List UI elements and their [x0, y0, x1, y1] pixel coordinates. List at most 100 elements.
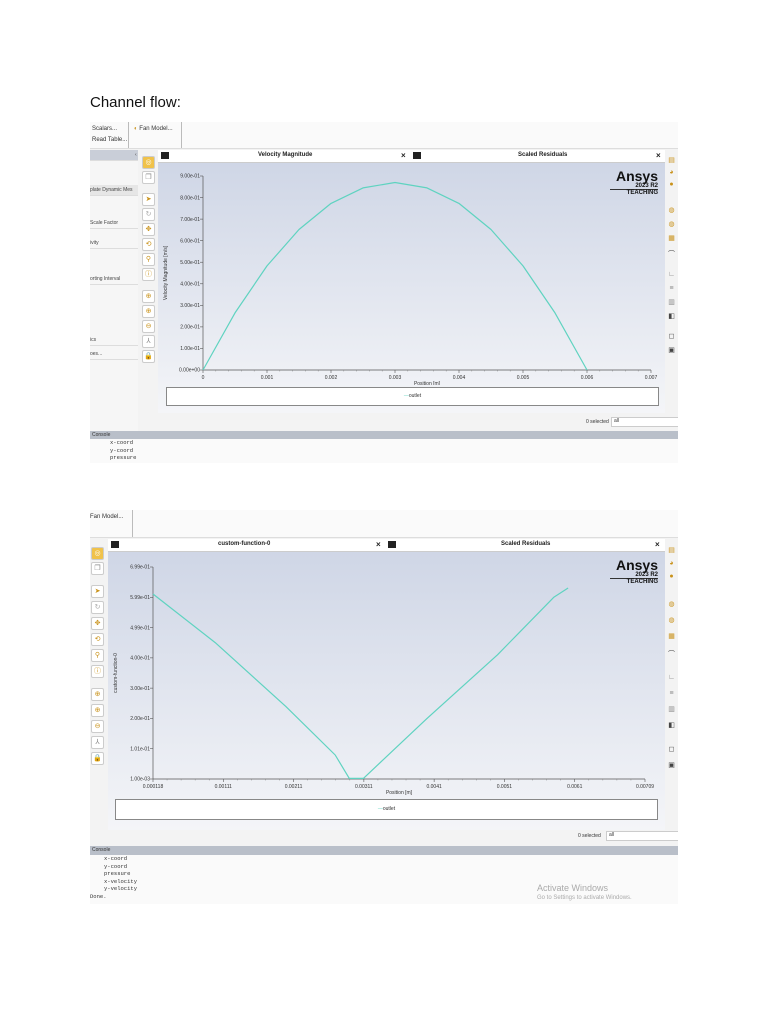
x-axis-title: Position [m] [386, 790, 413, 796]
fit-icon[interactable]: ◎ [91, 547, 104, 560]
dot-icon[interactable]: ▣ [667, 346, 676, 355]
outline-panel: ‹ plate Dynamic Mes Scale Factor ivity o… [90, 150, 138, 463]
axes-icon[interactable]: ⅄ [142, 335, 155, 348]
rotate-icon[interactable]: ↻ [142, 208, 155, 221]
collapse-button[interactable]: ‹ [90, 150, 138, 161]
window-icon [413, 152, 421, 159]
zoom-icon[interactable]: ⚲ [142, 253, 155, 266]
window-icon [111, 541, 119, 548]
legend-label: outlet [408, 393, 422, 399]
rotate-icon[interactable]: ↻ [91, 601, 104, 614]
frame-icon[interactable]: ◻ [667, 745, 676, 754]
x-tick-label: 0.00111 [215, 784, 233, 790]
copy-icon[interactable]: ❐ [142, 171, 155, 184]
stack-icon[interactable]: ▤ [667, 156, 676, 165]
view-icon[interactable]: ◍ [667, 206, 676, 215]
filter-select[interactable]: all [611, 417, 678, 427]
table-icon[interactable]: ▥ [667, 705, 676, 714]
view-icon[interactable]: ◍ [667, 600, 676, 609]
close-tab-button[interactable]: × [655, 540, 660, 549]
tab-scaled-residuals[interactable]: Scaled Residuals [518, 152, 567, 158]
legend-label: outlet [382, 806, 396, 812]
y-tick-label: 6.99e-01 [130, 565, 150, 571]
filter-select[interactable]: all [606, 831, 678, 841]
zoom-out-icon[interactable]: ⊖ [91, 720, 104, 733]
stack-icon[interactable]: ▤ [667, 546, 676, 555]
panel-row[interactable]: Scale Factor [90, 218, 138, 229]
lock-icon[interactable]: 🔒 [91, 752, 104, 765]
dot-icon[interactable]: ▣ [667, 761, 676, 770]
frame-icon[interactable]: ◻ [667, 332, 676, 341]
split-icon[interactable]: ◧ [667, 721, 676, 730]
view-icon[interactable]: ◍ [667, 616, 676, 625]
tab-scaled-residuals[interactable]: Scaled Residuals [501, 541, 550, 547]
read-table-button[interactable]: Read Table... [92, 137, 127, 143]
close-tab-button[interactable]: × [656, 151, 661, 160]
layout-icon[interactable]: ▦ [667, 234, 676, 243]
orbit-icon[interactable]: ⟲ [91, 633, 104, 646]
split-icon[interactable]: ◧ [667, 312, 676, 321]
panel-row[interactable]: ics [90, 335, 138, 346]
pointer-icon[interactable]: ➤ [142, 193, 155, 206]
light-icon[interactable]: ● [667, 572, 676, 581]
zoom-icon[interactable]: ⚲ [91, 649, 104, 662]
y-tick-label: 5.00e-01 [180, 260, 200, 266]
console-line: x-coord [110, 439, 134, 446]
tab-custom-function[interactable]: custom-function-0 [218, 541, 270, 547]
console-line: y-coord [104, 862, 128, 870]
view-icon[interactable]: ◍ [667, 220, 676, 229]
grid-icon[interactable]: ≡ [667, 284, 676, 293]
paint-icon[interactable]: ◕ [667, 168, 676, 177]
layout-icon[interactable]: ▦ [667, 632, 676, 641]
fan-model-button[interactable]: Fan Model... [90, 514, 123, 520]
close-tab-button[interactable]: × [376, 540, 381, 549]
y-tick-label: 3.00e-01 [180, 303, 200, 309]
zoom-in-icon[interactable]: ⊕ [91, 688, 104, 701]
close-tab-button[interactable]: × [401, 151, 406, 160]
panel-row[interactable]: plate Dynamic Mes [90, 185, 138, 196]
orbit-icon[interactable]: ⟲ [142, 238, 155, 251]
y-tick-label: 4.99e-01 [130, 625, 150, 631]
copy-icon[interactable]: ❐ [91, 562, 104, 575]
ribbon-toolbar: Scalars... Read Table... ◐ Fan Model... [90, 122, 678, 149]
curve-icon[interactable]: ⌒ [667, 650, 676, 659]
panel-row[interactable]: orting Interval [90, 274, 138, 285]
x-tick-label: 0.000118 [143, 784, 164, 790]
pan-icon[interactable]: ✥ [142, 223, 155, 236]
zoom-in-icon[interactable]: ⊕ [142, 290, 155, 303]
plot-icon[interactable]: ∟ [667, 270, 676, 279]
zoom-box-icon[interactable]: ⊕ [91, 704, 104, 717]
fluent-screenshot-custom-function: Fan Model... ◎ ❐ ➤ ↻ ✥ ⟲ ⚲ ⓘ ⊕ ⊕ ⊖ ⅄ 🔒 c… [90, 510, 678, 904]
x-tick-label: 0.003 [389, 375, 402, 381]
curve-icon[interactable]: ⌒ [667, 250, 676, 259]
info-icon[interactable]: ⓘ [91, 665, 104, 678]
x-tick-label: 0.006 [581, 375, 594, 381]
zoom-out-icon[interactable]: ⊖ [142, 320, 155, 333]
axes-icon[interactable]: ⅄ [91, 736, 104, 749]
x-tick-label: 0.004 [453, 375, 466, 381]
info-icon[interactable]: ⓘ [142, 268, 155, 281]
logo-edition: TEACHING [610, 189, 658, 196]
x-tick-label: 0.007 [645, 375, 658, 381]
console-output[interactable]: x-coord y-coord pressure [90, 439, 678, 463]
paint-icon[interactable]: ◕ [667, 559, 676, 568]
console-line: pressure [104, 870, 131, 877]
plot-icon[interactable]: ∟ [667, 673, 676, 682]
pointer-icon[interactable]: ➤ [91, 585, 104, 598]
scalars-button[interactable]: Scalars... [92, 126, 117, 132]
ansys-logo: Ansys 2023 R2 TEACHING [580, 558, 658, 585]
grid-icon[interactable]: ≡ [667, 689, 676, 698]
lock-icon[interactable]: 🔒 [142, 350, 155, 363]
fan-model-button[interactable]: ◐ Fan Model... [134, 126, 173, 132]
x-tick-label: 0.001 [261, 375, 274, 381]
panel-row[interactable]: oes... [90, 349, 138, 360]
table-icon[interactable]: ▥ [667, 298, 676, 307]
tab-velocity-magnitude[interactable]: Velocity Magnitude [258, 152, 312, 158]
zoom-box-icon[interactable]: ⊕ [142, 305, 155, 318]
x-tick-label: 0.002 [325, 375, 338, 381]
pan-icon[interactable]: ✥ [91, 617, 104, 630]
panel-row[interactable]: ivity [90, 238, 138, 249]
fit-icon[interactable]: ◎ [142, 156, 155, 169]
light-icon[interactable]: ● [667, 180, 676, 189]
y-tick-label: 3.00e-01 [130, 686, 150, 692]
